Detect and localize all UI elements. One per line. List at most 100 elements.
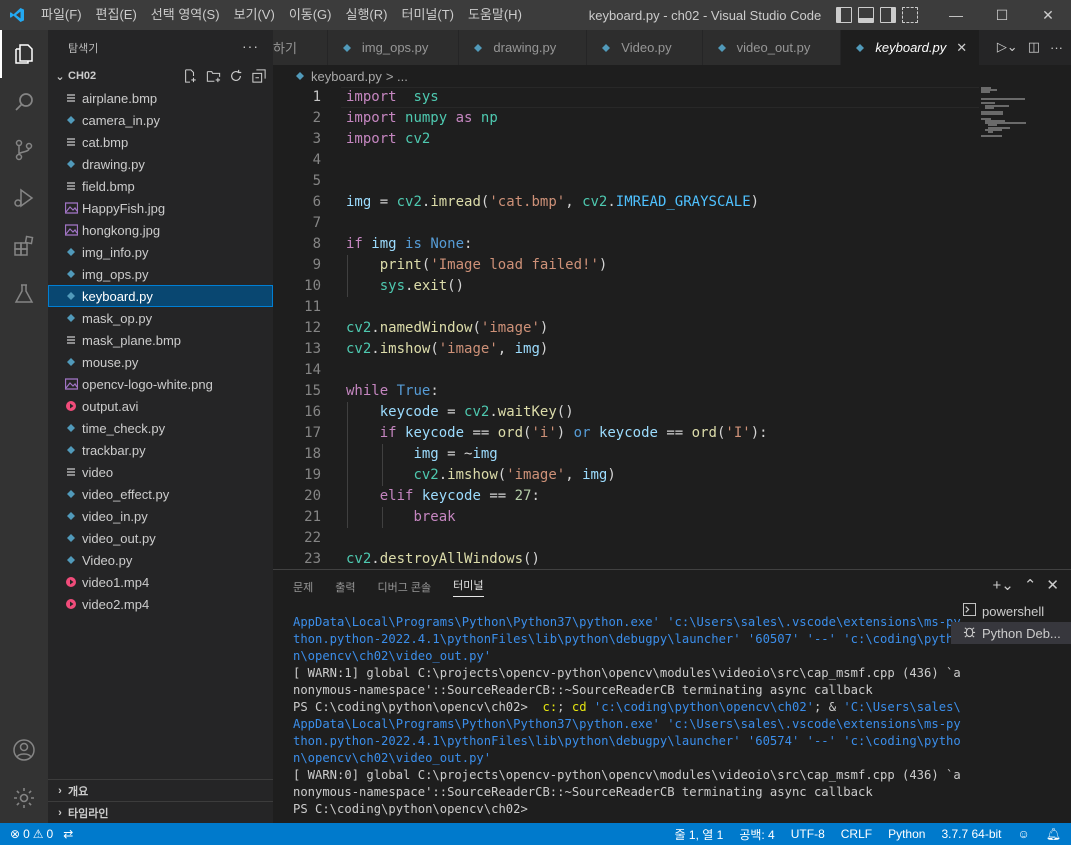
file-item[interactable]: video2.mp4 <box>48 593 273 615</box>
breadcrumb-file[interactable]: keyboard.py <box>311 69 382 84</box>
more-actions-icon[interactable]: ··· <box>242 38 259 54</box>
feedback-icon[interactable]: ☺ <box>1018 827 1030 841</box>
file-item[interactable]: field.bmp <box>48 175 273 197</box>
source-control-icon[interactable] <box>0 126 48 174</box>
split-editor-icon[interactable]: ◫ <box>1028 39 1040 55</box>
editor-tab[interactable]: 하기 <box>273 30 328 65</box>
minimap-line <box>984 106 994 109</box>
editor-tab[interactable]: img_ops.py <box>327 30 460 65</box>
language-mode[interactable]: Python <box>888 827 925 841</box>
new-folder-icon[interactable] <box>205 68 221 84</box>
menu-item[interactable]: 편집(E) <box>89 0 144 30</box>
file-item[interactable]: video_effect.py <box>48 483 273 505</box>
live-share-icon[interactable]: ⇄ <box>63 827 73 841</box>
extensions-icon[interactable] <box>0 222 48 270</box>
code-token: 'image' <box>480 320 540 336</box>
file-item[interactable]: Video.py <box>48 549 273 571</box>
menu-item[interactable]: 보기(V) <box>227 0 282 30</box>
explorer-icon[interactable] <box>0 30 48 78</box>
panel-tabs: 문제 출력 디버그 콘솔 터미널 <box>273 570 1071 604</box>
file-item[interactable]: mask_plane.bmp <box>48 329 273 351</box>
file-item[interactable]: video_in.py <box>48 505 273 527</box>
python-interpreter[interactable]: 3.7.7 64-bit <box>941 827 1001 841</box>
encoding[interactable]: UTF-8 <box>791 827 825 841</box>
close-window-button[interactable]: ✕ <box>1025 0 1071 30</box>
file-item[interactable]: trackbar.py <box>48 439 273 461</box>
close-panel-icon[interactable]: ✕ <box>1046 576 1059 594</box>
panel-tab[interactable]: 디버그 콘솔 <box>378 579 432 595</box>
menu-item[interactable]: 실행(R) <box>339 0 395 30</box>
file-item[interactable]: hongkong.jpg <box>48 219 273 241</box>
code-line: 13 cv2.imshow('image', img) <box>273 339 973 360</box>
new-file-icon[interactable] <box>182 68 198 84</box>
panel-tab[interactable]: 출력 <box>335 579 355 595</box>
code-text: import cv2 <box>346 129 430 150</box>
video-icon <box>64 597 78 611</box>
more-icon[interactable]: ··· <box>1050 40 1063 55</box>
terminal-line: [ WARN:1] global C:\projects\opencv-pyth… <box>293 665 961 682</box>
editor-tab[interactable]: video_out.py <box>702 30 842 65</box>
file-item[interactable]: video_out.py <box>48 527 273 549</box>
file-item[interactable]: airplane.bmp <box>48 87 273 109</box>
search-icon[interactable] <box>0 78 48 126</box>
terminal-instance[interactable]: powershell <box>951 600 1071 622</box>
file-item[interactable]: cat.bmp <box>48 131 273 153</box>
account-icon[interactable] <box>0 726 48 774</box>
run-file-icon[interactable]: ▷⌄ <box>997 39 1018 55</box>
testing-icon[interactable] <box>0 270 48 318</box>
indentation[interactable]: 공백: 4 <box>739 826 774 843</box>
collapse-all-icon[interactable] <box>251 68 267 84</box>
terminal-line: [ WARN:0] global C:\projects\opencv-pyth… <box>293 767 961 784</box>
toggle-secondary-sidebar-icon[interactable] <box>880 7 896 23</box>
menu-item[interactable]: 터미널(T) <box>394 0 460 30</box>
file-item[interactable]: camera_in.py <box>48 109 273 131</box>
outline-section[interactable]: › 개요 <box>48 779 273 801</box>
maximize-button[interactable]: ☐ <box>979 0 1025 30</box>
file-item[interactable]: img_info.py <box>48 241 273 263</box>
file-item[interactable]: video1.mp4 <box>48 571 273 593</box>
editor-tab[interactable]: keyboard.py ✕ <box>841 30 981 65</box>
editor-tab[interactable]: Video.py <box>587 30 703 65</box>
file-item[interactable]: HappyFish.jpg <box>48 197 273 219</box>
panel-tab[interactable]: 터미널 <box>453 577 484 597</box>
customize-layout-icon[interactable] <box>902 7 918 23</box>
notifications-icon[interactable]: 🔔︎ <box>1046 827 1061 841</box>
editor-tab[interactable]: drawing.py <box>459 30 588 65</box>
new-terminal-icon[interactable]: +⌄ <box>993 576 1014 594</box>
end-of-line[interactable]: CRLF <box>841 827 872 841</box>
file-item[interactable]: mouse.py <box>48 351 273 373</box>
run-debug-icon[interactable] <box>0 174 48 222</box>
file-item[interactable]: img_ops.py <box>48 263 273 285</box>
refresh-icon[interactable] <box>228 68 244 84</box>
menu-item[interactable]: 파일(F) <box>34 0 89 30</box>
minimize-button[interactable]: — <box>933 0 979 30</box>
panel-tab[interactable]: 문제 <box>293 579 313 595</box>
file-item[interactable]: keyboard.py <box>48 285 273 307</box>
code-token: cv2 <box>346 551 372 567</box>
problems-status[interactable]: ⊗ 0 ⚠ 0 <box>10 827 53 841</box>
toggle-panel-icon[interactable] <box>858 7 874 23</box>
timeline-section[interactable]: › 타임라인 <box>48 801 273 823</box>
menu-item[interactable]: 선택 영역(S) <box>144 0 227 30</box>
folder-ch02[interactable]: ⌄ CH02 <box>48 65 273 87</box>
terminal-instance[interactable]: Python Deb... <box>951 622 1071 644</box>
menu-item[interactable]: 도움말(H) <box>461 0 529 30</box>
file-item[interactable]: output.avi <box>48 395 273 417</box>
breadcrumb-rest[interactable]: > ... <box>386 69 408 84</box>
code-line: 14 <box>273 360 973 381</box>
code-token: import <box>346 89 397 105</box>
file-item[interactable]: drawing.py <box>48 153 273 175</box>
code-editor[interactable]: 1 import sys 2 import numpy as np 3 import cv… <box>273 87 1071 569</box>
terminal-output[interactable]: AppData\Local\Programs\Python\Python37\p… <box>293 614 961 818</box>
file-item[interactable]: time_check.py <box>48 417 273 439</box>
maximize-panel-icon[interactable]: ⌃ <box>1024 576 1037 594</box>
file-item[interactable]: mask_op.py <box>48 307 273 329</box>
close-tab-icon[interactable]: ✕ <box>956 40 967 56</box>
file-item[interactable]: video <box>48 461 273 483</box>
toggle-sidebar-icon[interactable] <box>836 7 852 23</box>
cursor-position[interactable]: 줄 1, 열 1 <box>675 826 724 843</box>
file-item[interactable]: opencv-logo-white.png <box>48 373 273 395</box>
settings-gear-icon[interactable] <box>0 774 48 822</box>
menu-item[interactable]: 이동(G) <box>282 0 339 30</box>
minimap[interactable] <box>981 87 1061 147</box>
